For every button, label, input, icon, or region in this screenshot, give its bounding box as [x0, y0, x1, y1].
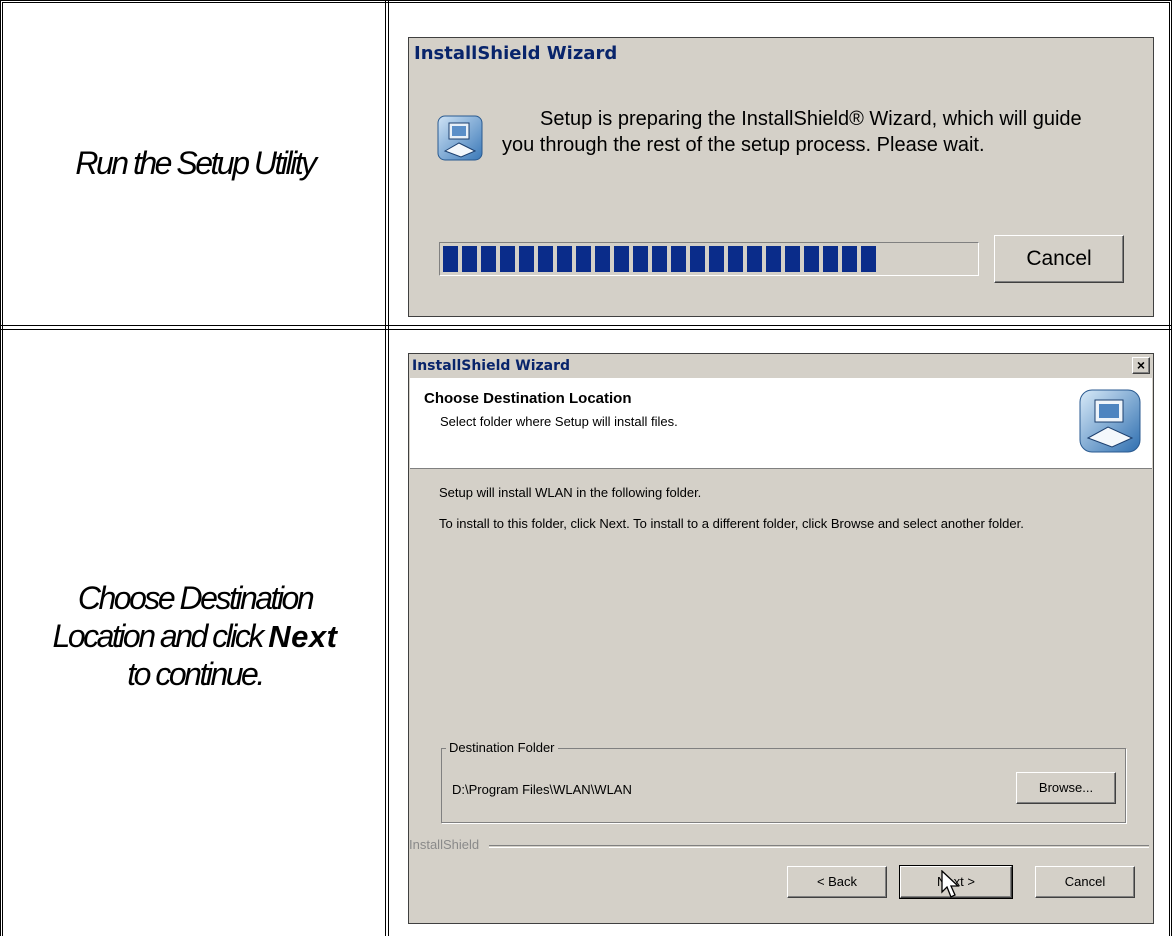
dialog-title: InstallShield Wizard [414, 43, 618, 64]
cancel-button[interactable]: Cancel [1035, 866, 1135, 898]
caption-line-2: Location and click [52, 617, 269, 654]
dialog-title: InstallShield Wizard [412, 358, 571, 374]
message-line-2: you through the rest of the setup proces… [502, 134, 985, 156]
browse-button[interactable]: Browse... [1016, 772, 1116, 804]
step-caption-destination: Choose Destination Location and click Ne… [6, 580, 384, 693]
caption-line-1: Choose Destination [77, 580, 315, 616]
header-title: Choose Destination Location [424, 390, 632, 407]
dialog-header: Choose Destination Location Select folde… [410, 378, 1152, 469]
destination-dialog: InstallShield Wizard × Choose Destinatio… [408, 353, 1154, 924]
dialog-message: Setup is preparing the InstallShield® Wi… [502, 106, 1142, 158]
body-text-1: Setup will install WLAN in the following… [439, 485, 702, 500]
message-line-1: Setup is preparing the InstallShield® Wi… [540, 108, 1082, 130]
back-button[interactable]: < Back [787, 866, 887, 898]
header-subtitle: Select folder where Setup will install f… [440, 414, 678, 429]
installshield-computer-icon [437, 115, 483, 161]
group-label: Destination Folder [446, 740, 558, 755]
progress-fill [443, 246, 880, 272]
destination-folder-group: Destination Folder D:\Program Files\WLAN… [441, 740, 1126, 823]
dialog-titlebar[interactable]: InstallShield Wizard [409, 38, 1153, 72]
step-caption-setup: Run the Setup Utility [75, 145, 317, 181]
caption-next-word: Next [268, 618, 338, 654]
body-text-2: To install to this folder, click Next. T… [439, 516, 1024, 531]
installshield-computer-icon [1079, 389, 1141, 453]
dialog-titlebar[interactable]: InstallShield Wizard [409, 354, 1153, 378]
brand-separator [489, 845, 1149, 848]
progress-bar [439, 242, 979, 276]
destination-path: D:\Program Files\WLAN\WLAN [452, 782, 632, 797]
cancel-button[interactable]: Cancel [994, 235, 1124, 283]
row-divider [0, 325, 1172, 330]
mouse-pointer-icon [941, 870, 960, 898]
caption-line-3: to continue. [127, 655, 265, 692]
installshield-brand: InstallShield [409, 837, 480, 852]
close-button[interactable]: × [1132, 357, 1150, 374]
column-divider [385, 0, 389, 936]
preparing-dialog: InstallShield Wizard Setup is preparing … [408, 37, 1154, 317]
